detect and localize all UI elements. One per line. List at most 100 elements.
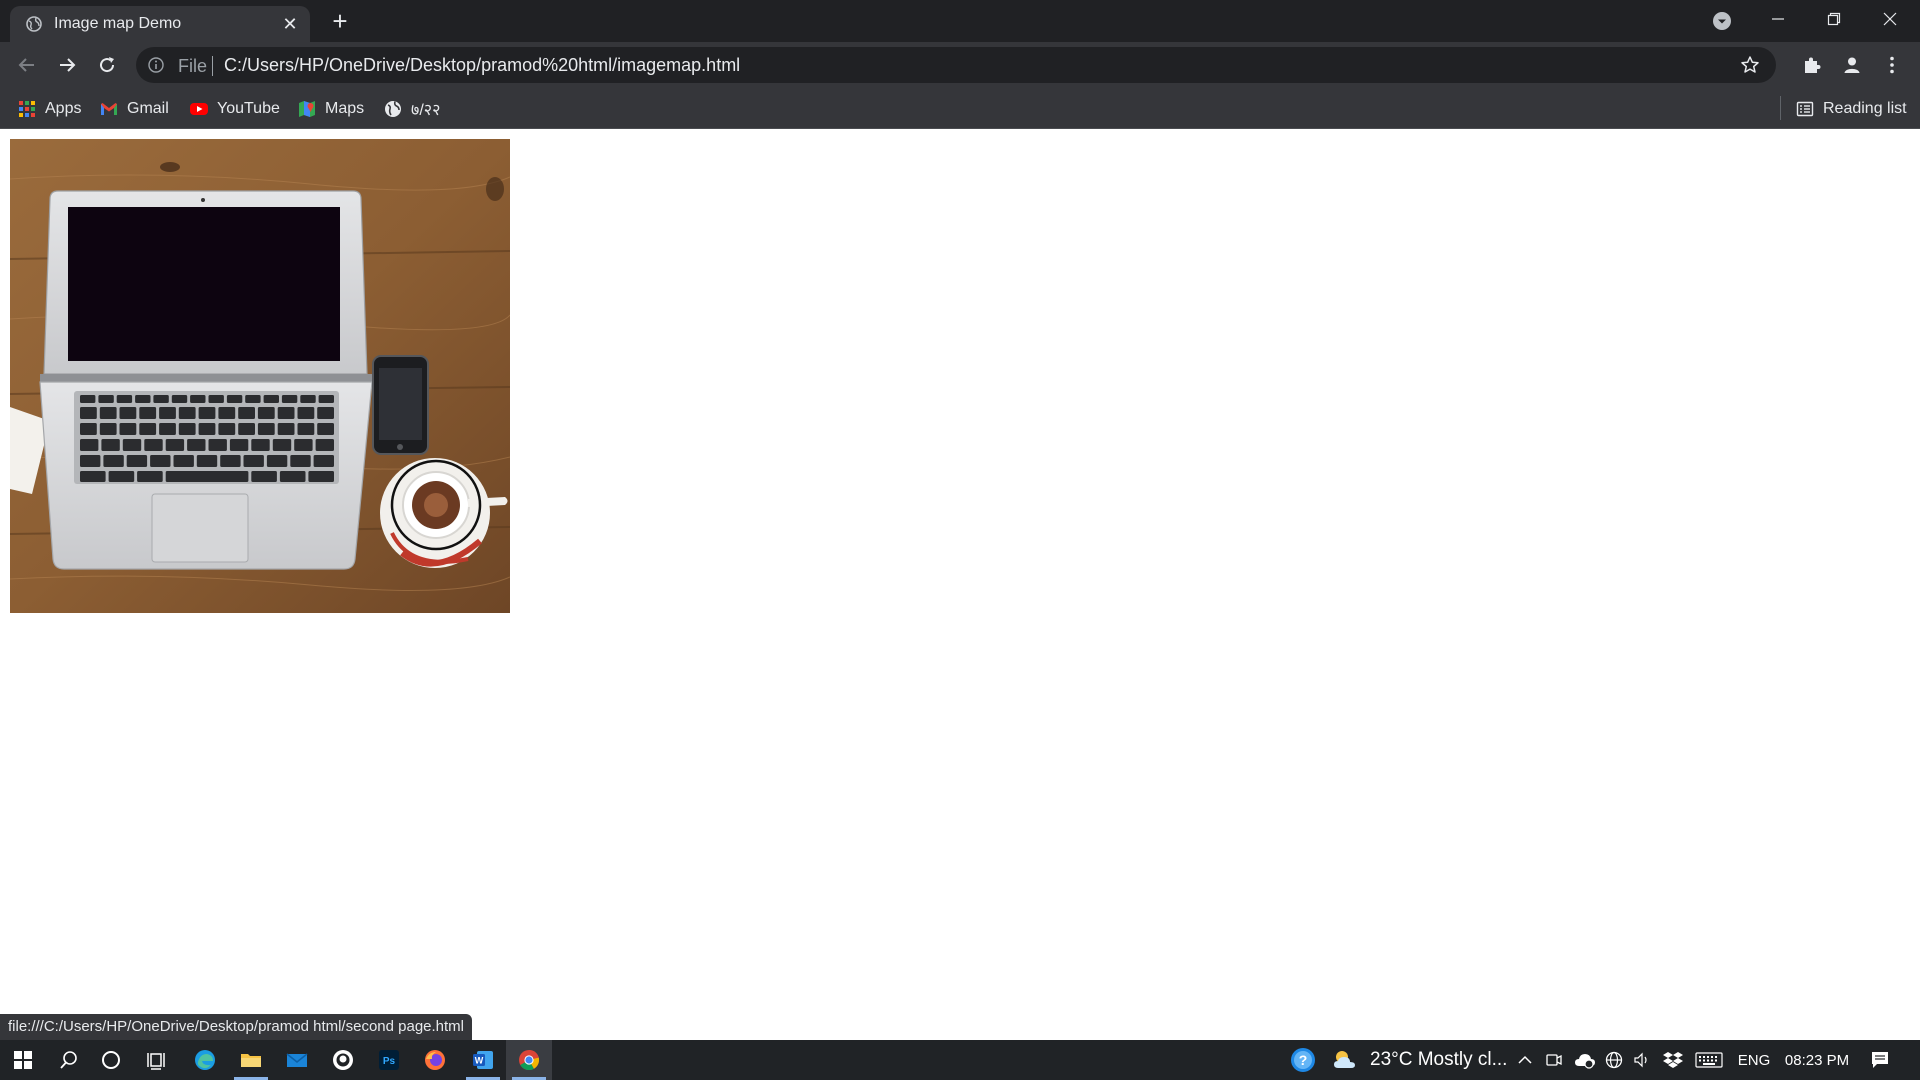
- meet-now-tray[interactable]: [1542, 1040, 1566, 1080]
- input-language-indicator[interactable]: ENG: [1734, 1040, 1774, 1080]
- keyboard-key: [208, 439, 227, 451]
- bookmark-label: Gmail: [127, 100, 169, 117]
- taskbar-edge[interactable]: [182, 1040, 228, 1080]
- taskbar-file-explorer[interactable]: [228, 1040, 274, 1080]
- task-view-button[interactable]: [134, 1040, 180, 1080]
- keyboard-key: [101, 439, 120, 451]
- help-question-icon: ?: [1291, 1048, 1315, 1072]
- network-tray[interactable]: [1602, 1040, 1626, 1080]
- bookmarks-bar: Apps Gmail YouTube Maps ७/२२ Reading lis…: [0, 88, 1920, 129]
- keyboard-key: [315, 439, 334, 451]
- back-button[interactable]: [11, 49, 43, 81]
- notification-icon: [1872, 1052, 1888, 1068]
- volume-tray[interactable]: [1630, 1040, 1654, 1080]
- weather-text: 23°C Mostly cl...: [1370, 1049, 1508, 1070]
- start-button[interactable]: [0, 1040, 46, 1080]
- star-icon[interactable]: [1740, 55, 1760, 75]
- bookmark-apps[interactable]: Apps: [18, 96, 81, 122]
- keyboard-key: [220, 455, 241, 467]
- globe-icon: [385, 101, 401, 117]
- keyboard-key: [139, 407, 157, 419]
- url-text[interactable]: C:/Users/HP/OneDrive/Desktop/pramod%20ht…: [224, 55, 740, 76]
- cortana-circle-icon: [102, 1051, 120, 1069]
- forward-button[interactable]: [51, 49, 83, 81]
- weather-tray-button[interactable]: [1330, 1040, 1360, 1080]
- taskbar-word[interactable]: W: [460, 1040, 506, 1080]
- keyboard-key: [119, 423, 137, 435]
- clock[interactable]: 08:23 PM: [1780, 1040, 1854, 1080]
- taskbar-photoshop[interactable]: Ps: [366, 1040, 412, 1080]
- keyboard-key: [190, 395, 206, 403]
- close-icon: [1883, 12, 1897, 26]
- page-content: [0, 130, 1920, 1040]
- bookmark-maps[interactable]: Maps: [298, 96, 364, 122]
- info-icon[interactable]: [148, 57, 164, 73]
- keyboard-key: [279, 471, 306, 482]
- keyboard-key: [144, 439, 163, 451]
- keyboard-key: [165, 439, 185, 451]
- taskbar-chrome[interactable]: [506, 1040, 552, 1080]
- onedrive-tray[interactable]: [1572, 1040, 1598, 1080]
- taskbar-github[interactable]: [320, 1040, 366, 1080]
- bookmarks-divider: [1780, 96, 1781, 120]
- new-tab-button[interactable]: +: [326, 8, 354, 36]
- keyboard-key: [266, 455, 288, 467]
- keyboard-key: [251, 439, 270, 451]
- keyboard-key: [171, 395, 188, 403]
- forward-arrow-icon: [60, 58, 76, 72]
- keyboard-key: [178, 407, 196, 419]
- reload-button[interactable]: [91, 49, 123, 81]
- onedrive-cloud-icon: [1575, 1054, 1595, 1069]
- keyboard-key: [139, 423, 157, 435]
- dropbox-tray[interactable]: [1660, 1040, 1686, 1080]
- bookmark-youtube[interactable]: YouTube: [190, 96, 280, 122]
- address-bar[interactable]: File C:/Users/HP/OneDrive/Desktop/pramod…: [136, 47, 1776, 83]
- keyboard-key: [98, 395, 114, 403]
- keyboard-key: [238, 407, 255, 419]
- kebab-menu-icon: [1890, 56, 1894, 74]
- profile-button[interactable]: [1836, 49, 1868, 81]
- keyboard-key: [159, 423, 176, 435]
- browser-menu-button[interactable]: [1876, 49, 1908, 81]
- bookmark-label: Maps: [325, 100, 365, 117]
- help-tray-button[interactable]: ?: [1284, 1040, 1322, 1080]
- restore-button[interactable]: [1806, 0, 1862, 38]
- cortana-button[interactable]: [88, 1040, 134, 1080]
- touch-keyboard-tray[interactable]: [1692, 1040, 1726, 1080]
- tab-image-map-demo[interactable]: Image map Demo ✕: [10, 6, 310, 42]
- keyboard-key: [245, 395, 261, 403]
- keyboard-key: [80, 407, 97, 419]
- keyboard-key: [277, 407, 295, 419]
- keyboard-key: [173, 455, 194, 467]
- laptop-desk-image-map[interactable]: [10, 139, 510, 613]
- maps-icon: [299, 101, 315, 117]
- camera-icon: [1546, 1054, 1562, 1066]
- weather-widget[interactable]: 23°C Mostly cl...: [1370, 1040, 1508, 1080]
- keyboard-key: [300, 395, 316, 403]
- keyboard-key: [257, 407, 275, 419]
- keyboard-key: [99, 423, 117, 435]
- close-icon[interactable]: ✕: [280, 14, 300, 34]
- github-icon: [333, 1050, 353, 1070]
- keyboard-key: [281, 395, 298, 403]
- close-window-button[interactable]: [1862, 0, 1918, 38]
- minimize-button[interactable]: [1750, 0, 1806, 38]
- search-button[interactable]: [46, 1040, 92, 1080]
- tab-search-icon[interactable]: [1712, 11, 1732, 31]
- taskbar-firefox[interactable]: [412, 1040, 458, 1080]
- extensions-button[interactable]: [1796, 49, 1828, 81]
- svg-text:?: ?: [1299, 1052, 1308, 1068]
- action-center-button[interactable]: [1860, 1040, 1900, 1080]
- reading-list-button[interactable]: Reading list: [1796, 96, 1907, 122]
- taskbar-mail[interactable]: [274, 1040, 320, 1080]
- bookmark-globe[interactable]: ७/२२: [384, 96, 440, 122]
- windows-logo-icon: [14, 1051, 32, 1069]
- chevron-up-icon: [1518, 1055, 1532, 1064]
- show-hidden-icons-button[interactable]: [1514, 1040, 1536, 1080]
- keyboard-key: [135, 395, 151, 403]
- person-icon: [1844, 57, 1860, 73]
- language-label: ENG: [1737, 1051, 1771, 1069]
- keyboard-key: [218, 423, 236, 435]
- keyboard-key: [290, 455, 311, 467]
- bookmark-gmail[interactable]: Gmail: [100, 96, 169, 122]
